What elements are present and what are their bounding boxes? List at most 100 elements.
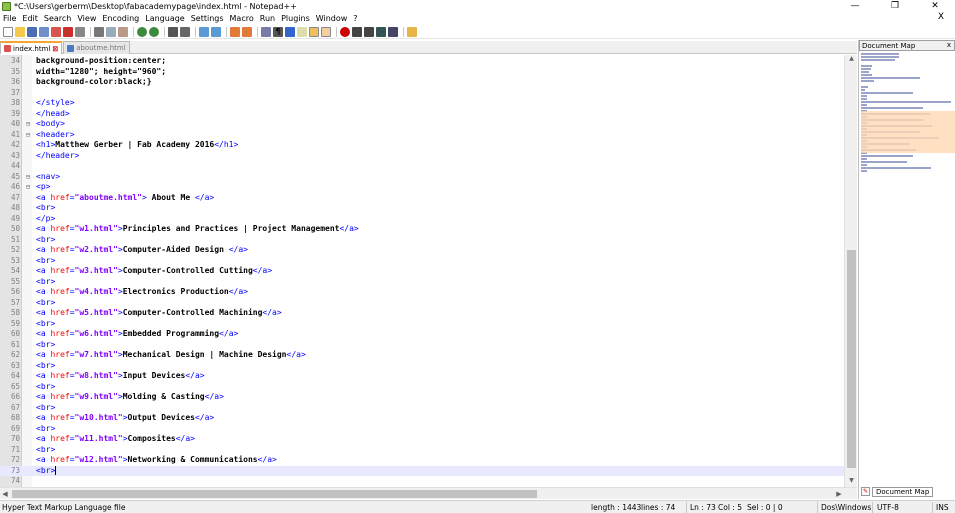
code-line[interactable]: 52 <a href="w2.html">Computer-Aided Desig… <box>0 245 844 256</box>
code-line[interactable]: 35 width="1280"; height="960"; <box>0 67 844 78</box>
close-all-icon[interactable] <box>63 26 73 37</box>
code-line[interactable]: 65 <br> <box>0 382 844 393</box>
document-map-viewport[interactable] <box>861 111 955 153</box>
code-line[interactable]: 59 <br> <box>0 319 844 330</box>
code-line[interactable]: 61 <br> <box>0 340 844 351</box>
save-macro-icon[interactable] <box>388 26 398 37</box>
code-line[interactable]: 58 <a href="w5.html">Computer-Controlled … <box>0 308 844 319</box>
scroll-right-arrow-icon[interactable]: ▶ <box>834 488 844 500</box>
vertical-scrollbar[interactable]: ▲ ▼ <box>844 55 857 487</box>
code-line[interactable]: 73 <br> <box>0 465 844 476</box>
menu-window[interactable]: Window <box>313 14 351 23</box>
paste-icon[interactable] <box>118 26 128 37</box>
close-window-button[interactable]: ✕ <box>915 0 955 12</box>
code-line[interactable]: 60 <a href="w6.html">Embedded Programming… <box>0 329 844 340</box>
code-line[interactable]: 53 <br> <box>0 256 844 267</box>
menu-language[interactable]: Language <box>142 14 187 23</box>
menu-run[interactable]: Run <box>257 14 278 23</box>
code-line[interactable]: 74 <box>0 476 844 487</box>
code-editor[interactable]: 34 background-position:center; 35 width="12… <box>0 55 844 487</box>
indent-guide-icon[interactable] <box>285 26 295 37</box>
code-line[interactable]: 39 </head> <box>0 109 844 120</box>
code-line[interactable]: 41 ⊟ <header> <box>0 130 844 141</box>
code-line[interactable]: 54 <a href="w3.html">Computer-Controlled … <box>0 266 844 277</box>
launch-in-browser-icon[interactable] <box>407 26 417 37</box>
scroll-up-arrow-icon[interactable]: ▲ <box>845 55 858 65</box>
code-line[interactable]: 72 <a href="w12.html">Networking & Commun… <box>0 455 844 466</box>
code-line[interactable]: 55 <br> <box>0 277 844 288</box>
fold-toggle-icon[interactable]: ⊟ <box>26 172 34 183</box>
code-line[interactable]: 71 <br> <box>0 445 844 456</box>
save-all-icon[interactable] <box>39 26 49 37</box>
close-document-button[interactable]: X <box>935 12 947 22</box>
show-all-characters-icon[interactable]: ¶ <box>273 26 283 37</box>
code-line[interactable]: 49 </p> <box>0 214 844 225</box>
code-line[interactable]: 70 <a href="w11.html">Composites</a> <box>0 434 844 445</box>
menu-help[interactable]: ? <box>350 14 360 23</box>
fold-toggle-icon[interactable]: ⊟ <box>26 119 34 130</box>
code-line[interactable]: 51 <br> <box>0 235 844 246</box>
document-map-bottom-tab[interactable]: ✎ Document Map <box>861 486 934 497</box>
code-line[interactable]: 47 <a href="aboutme.html"> About Me </a> <box>0 193 844 204</box>
code-line[interactable]: 48 <br> <box>0 203 844 214</box>
cut-icon[interactable] <box>94 26 104 37</box>
code-line[interactable]: 50 <a href="w1.html">Principles and Pract… <box>0 224 844 235</box>
code-line[interactable]: 37 <box>0 88 844 99</box>
replace-icon[interactable] <box>180 26 190 37</box>
run-macro-multiple-icon[interactable] <box>376 26 386 37</box>
copy-icon[interactable] <box>106 26 116 37</box>
tab-index-html[interactable]: index.html ⊠ <box>0 41 63 54</box>
new-file-icon[interactable] <box>3 26 13 37</box>
function-list-icon[interactable] <box>321 26 331 37</box>
menu-plugins[interactable]: Plugins <box>278 14 313 23</box>
tab-aboutme-html[interactable]: aboutme.html <box>63 41 130 54</box>
code-line[interactable]: 66 <a href="w9.html">Molding & Casting</a… <box>0 392 844 403</box>
menu-search[interactable]: Search <box>41 14 74 23</box>
document-map-icon[interactable] <box>309 26 319 37</box>
zoom-out-icon[interactable] <box>211 26 221 37</box>
menu-macro[interactable]: Macro <box>227 14 257 23</box>
sync-vertical-icon[interactable] <box>230 26 240 37</box>
code-line[interactable]: 63 <br> <box>0 361 844 372</box>
code-line[interactable]: 44 <box>0 161 844 172</box>
code-line[interactable]: 67 <br> <box>0 403 844 414</box>
fold-toggle-icon[interactable]: ⊟ <box>26 182 34 193</box>
fold-toggle-icon[interactable]: ⊟ <box>26 130 34 141</box>
code-line[interactable]: 43 </header> <box>0 151 844 162</box>
code-line[interactable]: 46 ⊟ <p> <box>0 182 844 193</box>
menu-file[interactable]: File <box>0 14 19 23</box>
save-icon[interactable] <box>27 26 37 37</box>
document-map-preview[interactable] <box>861 53 955 173</box>
print-icon[interactable] <box>75 26 85 37</box>
word-wrap-icon[interactable] <box>261 26 271 37</box>
close-document-map-button[interactable]: x <box>947 41 951 49</box>
stop-macro-icon[interactable] <box>352 26 362 37</box>
close-tab-icon[interactable]: ⊠ <box>52 45 58 53</box>
code-line[interactable]: 64 <a href="w8.html">Input Devices</a> <box>0 371 844 382</box>
open-file-icon[interactable] <box>15 26 25 37</box>
code-line[interactable]: 42 <h1>Matthew Gerber | Fab Academy 2016<… <box>0 140 844 151</box>
user-defined-language-icon[interactable] <box>297 26 307 37</box>
code-line[interactable]: 62 <a href="w7.html">Mechanical Design | … <box>0 350 844 361</box>
code-line[interactable]: 57 <br> <box>0 298 844 309</box>
scroll-down-arrow-icon[interactable]: ▼ <box>845 477 858 487</box>
find-icon[interactable] <box>168 26 178 37</box>
code-line[interactable]: 68 <a href="w10.html">Output Devices</a> <box>0 413 844 424</box>
code-line[interactable]: 40 ⊟ <body> <box>0 119 844 130</box>
menu-edit[interactable]: Edit <box>19 14 41 23</box>
code-line[interactable]: 69 <br> <box>0 424 844 435</box>
redo-icon[interactable] <box>149 26 159 37</box>
code-line[interactable]: 34 background-position:center; <box>0 56 844 67</box>
menu-view[interactable]: View <box>74 14 99 23</box>
code-line[interactable]: 45 ⊟ <nav> <box>0 172 844 183</box>
horizontal-scroll-thumb[interactable] <box>12 490 537 498</box>
code-line[interactable]: 36 background-color:black;} <box>0 77 844 88</box>
sync-horizontal-icon[interactable] <box>242 26 252 37</box>
menu-settings[interactable]: Settings <box>188 14 227 23</box>
code-line[interactable]: 38 </style> <box>0 98 844 109</box>
undo-icon[interactable] <box>137 26 147 37</box>
horizontal-scrollbar[interactable]: ◀ ▶ <box>0 487 857 499</box>
record-macro-icon[interactable] <box>340 26 350 37</box>
scroll-left-arrow-icon[interactable]: ◀ <box>0 488 10 500</box>
code-line[interactable]: 56 <a href="w4.html">Electronics Producti… <box>0 287 844 298</box>
